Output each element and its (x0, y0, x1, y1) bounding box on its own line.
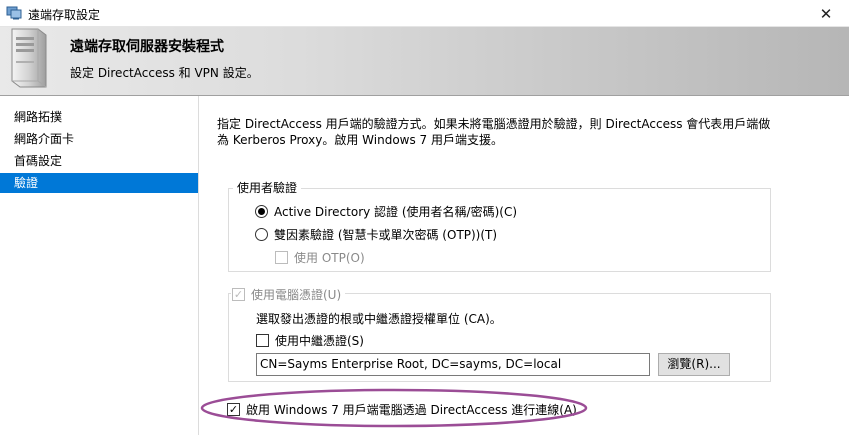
remote-access-app-icon (6, 6, 22, 20)
title-bar: 遠端存取設定 ✕ (0, 0, 849, 27)
sidebar-item-label: 首碼設定 (14, 154, 63, 168)
sidebar-item-network-topology[interactable]: 網路拓撲 (0, 107, 198, 127)
enable-windows7-label: 啟用 Windows 7 用戶端電腦透過 DirectAccess 進行連線(A… (246, 402, 577, 417)
wizard-subtitle: 設定 DirectAccess 和 VPN 設定。 (70, 66, 259, 80)
server-tower-icon (11, 28, 47, 88)
ca-instruction: 選取發出憑證的根或中繼憑證授權單位 (CA)。 (256, 312, 502, 326)
checkbox-checked-disabled-icon: ✓ (232, 287, 245, 301)
checkbox-checked-icon: ✓ (227, 402, 240, 416)
sidebar-item-label: 網路拓撲 (14, 110, 63, 124)
use-otp-label: 使用 OTP(O) (294, 250, 365, 265)
sidebar-item-authentication[interactable]: 驗證 (0, 173, 198, 193)
checkbox-empty-icon (256, 333, 269, 347)
radio-unselected-icon (255, 227, 268, 241)
use-computer-certificate-label: 使用電腦憑證(U) (251, 287, 342, 302)
sidebar-item-label: 網路介面卡 (14, 132, 75, 146)
user-authentication-legend: 使用者驗證 (233, 181, 302, 195)
wizard-title: 遠端存取伺服器安裝程式 (70, 39, 224, 55)
authentication-page: 指定 DirectAccess 用戶端的驗證方式。如果未將電腦憑證用於驗證，則 … (200, 96, 849, 435)
ad-credentials-label: Active Directory 認證 (使用者名稱/密碼)(C) (274, 204, 518, 219)
wizard-step-list: 網路拓撲 網路介面卡 首碼設定 驗證 (0, 96, 199, 435)
sidebar-item-prefix-configuration[interactable]: 首碼設定 (0, 151, 198, 171)
page-description: 指定 DirectAccess 用戶端的驗證方式。如果未將電腦憑證用於驗證，則 … (217, 117, 771, 147)
two-factor-label: 雙因素驗證 (智慧卡或單次密碼 (OTP))(T) (274, 227, 498, 242)
enable-windows7-checkbox[interactable]: ✓ 啟用 Windows 7 用戶端電腦透過 DirectAccess 進行連線… (227, 401, 577, 417)
use-intermediate-cert-checkbox[interactable]: 使用中繼憑證(S) (256, 332, 364, 348)
use-computer-certificate-checkbox[interactable]: ✓ 使用電腦憑證(U) (231, 286, 346, 302)
use-otp-checkbox[interactable]: 使用 OTP(O) (275, 249, 365, 265)
two-factor-radio[interactable]: 雙因素驗證 (智慧卡或單次密碼 (OTP))(T) (255, 226, 497, 242)
window-title: 遠端存取設定 (28, 8, 101, 22)
use-intermediate-cert-label: 使用中繼憑證(S) (275, 333, 364, 348)
sidebar-item-network-adapters[interactable]: 網路介面卡 (0, 129, 198, 149)
wizard-header: 遠端存取伺服器安裝程式 設定 DirectAccess 和 VPN 設定。 (0, 27, 849, 96)
browse-button[interactable]: 瀏覽(R)... (658, 353, 730, 376)
ca-name-field[interactable]: CN=Sayms Enterprise Root, DC=sayms, DC=l… (256, 353, 650, 376)
sidebar-item-label: 驗證 (14, 176, 39, 190)
checkbox-empty-icon (275, 250, 288, 264)
ad-credentials-radio[interactable]: Active Directory 認證 (使用者名稱/密碼)(C) (255, 203, 517, 219)
close-icon: ✕ (819, 4, 833, 23)
close-button[interactable]: ✕ (803, 0, 849, 27)
radio-selected-icon (255, 204, 268, 218)
